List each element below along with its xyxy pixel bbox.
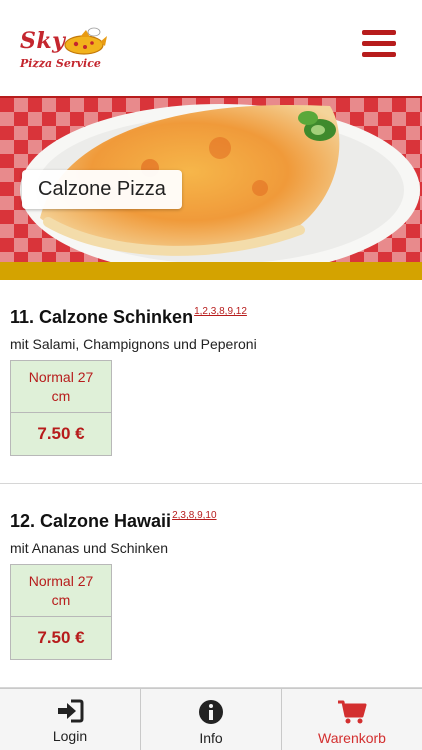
item-price: 7.50 € <box>37 628 85 647</box>
item-footnotes-link[interactable]: 2,3,8,9,10 <box>172 510 216 521</box>
item-name: 11. Calzone Schinken <box>10 307 194 327</box>
category-title: Calzone Pizza <box>22 170 182 209</box>
add-to-cart-price-button[interactable]: Normal 27 cm 7.50 € <box>10 564 112 660</box>
bottom-tab-bar: Login Info Warenkorb <box>0 688 422 750</box>
logo-text-sky: Sky <box>20 28 66 54</box>
info-icon <box>199 700 223 724</box>
tab-cart[interactable]: Warenkorb <box>281 689 422 750</box>
item-title: 11. Calzone Schinken1,2,3,8,9,12 <box>10 306 247 328</box>
cart-icon <box>338 700 367 724</box>
add-to-cart-price-button[interactable]: Normal 27 cm 7.50 € <box>10 360 112 456</box>
category-divider-bar <box>0 262 422 280</box>
menu-item: 11. Calzone Schinken1,2,3,8,9,12 mit Sal… <box>0 280 422 484</box>
tab-cart-label: Warenkorb <box>318 730 386 746</box>
sky-pizza-logo[interactable]: Sky Pizza Service <box>16 14 108 74</box>
menu-item-list: 11. Calzone Schinken1,2,3,8,9,12 mit Sal… <box>0 280 422 688</box>
item-price: 7.50 € <box>37 424 85 443</box>
item-size: Normal 27 cm <box>11 565 111 617</box>
category-hero-image: Calzone Pizza <box>0 96 422 262</box>
tab-info[interactable]: Info <box>140 689 281 750</box>
item-description: mit Salami, Champignons und Peperoni <box>10 336 257 352</box>
menu-item: 12. Calzone Hawaii2,3,8,9,10 mit Ananas … <box>0 484 422 688</box>
pizza-plane-icon <box>64 27 107 55</box>
login-icon <box>58 699 84 723</box>
item-title: 12. Calzone Hawaii2,3,8,9,10 <box>10 510 217 532</box>
tab-login-label: Login <box>52 728 88 744</box>
item-description: mit Ananas und Schinken <box>10 540 168 556</box>
tab-info-label: Info <box>199 730 223 746</box>
item-footnotes-link[interactable]: 1,2,3,8,9,12 <box>194 306 247 317</box>
hamburger-menu-icon[interactable] <box>362 30 396 60</box>
item-name: 12. Calzone Hawaii <box>10 511 172 531</box>
item-size: Normal 27 cm <box>11 361 111 413</box>
tab-login[interactable]: Login <box>0 689 140 750</box>
app-header: Sky Pizza Service <box>0 0 422 96</box>
logo-text-pizza-service: Pizza Service <box>20 57 101 70</box>
